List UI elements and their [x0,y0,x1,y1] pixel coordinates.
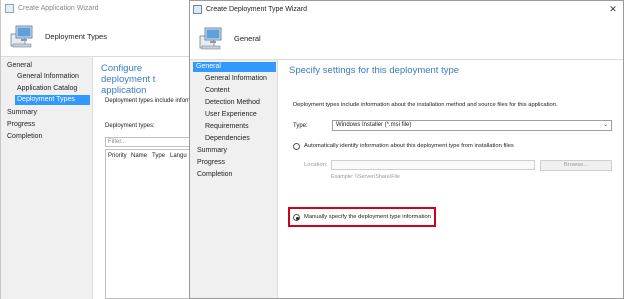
deployment-types-grid[interactable]: Priority Name Type Langu [105,149,191,299]
nav-item-content[interactable]: Content [205,86,230,96]
back-nav-item-application-catalog[interactable]: Application Catalog [17,84,77,94]
back-window-header: Deployment Types [1,17,191,57]
highlight-box [288,207,436,227]
back-info-text: Deployment types include informa [105,98,196,104]
browse-button[interactable]: Browse... [540,160,612,171]
auto-identify-label[interactable]: Automatically identify information about… [304,143,514,149]
back-nav-item-general-information[interactable]: General Information [17,72,79,82]
nav-item-requirements[interactable]: Requirements [205,122,249,132]
page-description: Deployment types include information abo… [293,102,558,108]
back-main-panel: Configure deployment t application Deplo… [93,57,195,299]
type-label: Type: [293,123,308,129]
location-input[interactable] [331,160,535,170]
nav-item-user-experience[interactable]: User Experience [205,110,257,120]
close-icon[interactable]: ✕ [607,3,619,15]
back-window-title: Create Application Wizard [18,4,99,12]
dialog-wizard-nav: General General Information Content Dete… [190,60,278,298]
wizard-app-icon [193,5,202,14]
dialog-title: Create Deployment Type Wizard [206,6,308,13]
grid-col-language[interactable]: Langu [170,153,187,159]
back-wizard-nav: General General Information Application … [1,57,93,299]
back-header-label: Deployment Types [45,32,107,41]
deployment-types-label: Deployment types: [105,123,155,129]
computer-icon [10,25,33,47]
back-nav-item-completion[interactable]: Completion [7,132,42,142]
type-dropdown-value: Windows Installer (*.msi file) [336,122,412,128]
dialog-titlebar[interactable]: Create Deployment Type Wizard ✕ [190,1,623,18]
nav-item-summary[interactable]: Summary [197,146,227,156]
auto-identify-radio[interactable] [293,143,300,150]
nav-item-completion[interactable]: Completion [197,170,232,180]
page-title: Specify settings for this deployment typ… [289,65,460,76]
location-example: Example: \\Server\Share\File [331,174,400,180]
dialog-header: General [190,18,623,60]
back-nav-item-progress[interactable]: Progress [7,120,35,130]
grid-col-type[interactable]: Type [152,153,165,159]
filter-input[interactable]: Filter... [105,137,191,147]
location-label: Location: [304,162,328,168]
grid-col-priority[interactable]: Priority [108,153,127,159]
grid-col-name[interactable]: Name [131,153,147,159]
dialog-main-panel: Specify settings for this deployment typ… [278,60,623,298]
create-application-wizard-window: Create Application Wizard Deployment Typ… [0,0,195,299]
nav-item-detection-method[interactable]: Detection Method [205,98,260,108]
back-page-heading: Configure deployment t application [101,63,156,96]
create-deployment-type-wizard-dialog: Create Deployment Type Wizard ✕ General … [189,0,624,299]
computer-icon [199,27,222,49]
type-dropdown[interactable]: Windows Installer (*.msi file) ⌄ [332,120,612,131]
nav-item-dependencies[interactable]: Dependencies [205,134,250,144]
back-nav-item-general[interactable]: General [7,61,32,71]
nav-item-progress[interactable]: Progress [197,158,225,168]
chevron-down-icon: ⌄ [602,122,608,128]
nav-item-general[interactable]: General [193,62,276,72]
dialog-header-label: General [234,34,261,43]
back-window-titlebar[interactable]: Create Application Wizard [1,0,191,16]
nav-item-general-information[interactable]: General Information [205,74,267,84]
wizard-app-icon [5,3,14,13]
back-nav-item-deployment-types[interactable]: Deployment Types [15,95,90,105]
back-nav-item-summary[interactable]: Summary [7,108,37,118]
